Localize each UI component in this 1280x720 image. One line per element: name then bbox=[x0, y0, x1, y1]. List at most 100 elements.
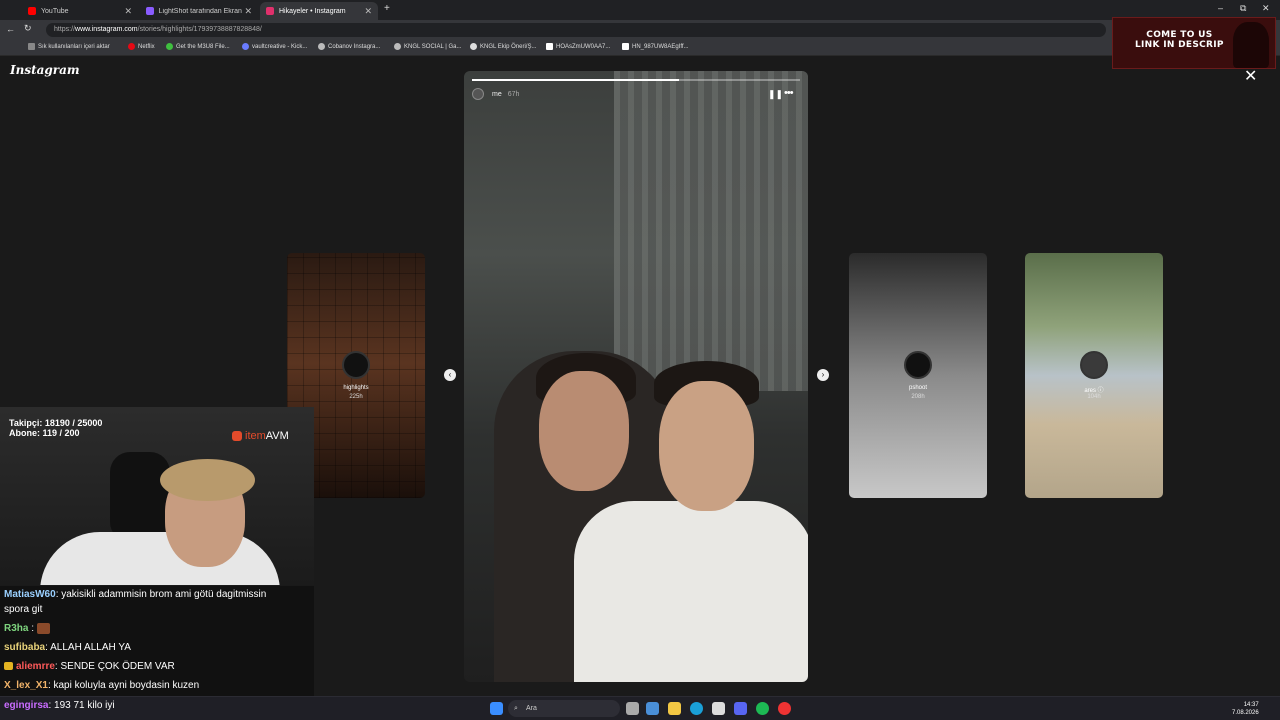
close-tab-icon[interactable]: ✕ bbox=[244, 6, 252, 17]
chat-message: sufibaba: ALLAH ALLAH YA bbox=[4, 639, 131, 656]
task-view-icon[interactable] bbox=[626, 702, 639, 715]
bookmark-x-1[interactable]: HOAsZmUW0AA7... bbox=[546, 43, 610, 50]
more-options-icon[interactable]: ••• bbox=[784, 87, 794, 99]
story-viewer[interactable]: me 67h ❚❚ ••• bbox=[464, 71, 808, 682]
bookmark-label: Sık kullanılanları içeri aktar bbox=[38, 43, 110, 50]
bookmark-label: Netflix bbox=[138, 43, 155, 50]
chat-username: R3ha bbox=[4, 623, 29, 634]
story-background-curtain bbox=[614, 71, 808, 391]
url-prefix: https:// bbox=[54, 26, 76, 33]
bookmark-label: vaultcreative - Kick... bbox=[252, 43, 308, 50]
chat-text: : 193 71 kilo iyi bbox=[48, 700, 115, 711]
tab-youtube[interactable]: YouTube ✕ bbox=[22, 2, 138, 20]
sponsor-logo: item AVM bbox=[232, 430, 289, 442]
store-icon[interactable] bbox=[712, 702, 725, 715]
spotify-icon[interactable] bbox=[756, 702, 769, 715]
x-logo-icon bbox=[622, 43, 629, 50]
kick-icon bbox=[242, 43, 249, 50]
highlight-time: 104h bbox=[1087, 394, 1101, 400]
chat-text: : bbox=[28, 623, 37, 634]
story-person-right-face bbox=[659, 381, 754, 511]
back-icon[interactable]: ← bbox=[6, 24, 15, 34]
bookmark-label: KNGL SOCIAL | Ga... bbox=[404, 43, 462, 50]
highlight-avatar bbox=[342, 351, 370, 379]
bookmark-label: HOAsZmUW0AA7... bbox=[556, 43, 611, 50]
close-window-button[interactable]: ✕ bbox=[1262, 3, 1270, 14]
streamer-hair bbox=[160, 459, 255, 501]
m3u8-icon bbox=[166, 43, 173, 50]
close-stories-button[interactable]: ✕ bbox=[1244, 66, 1257, 86]
bookmark-x-2[interactable]: HN_987UW8AEgIff... bbox=[622, 43, 689, 50]
sponsor-item-text: item bbox=[245, 430, 266, 442]
widgets-icon[interactable] bbox=[646, 702, 659, 715]
highlight-avatar bbox=[1080, 351, 1108, 379]
prev-story-button[interactable]: ‹ bbox=[444, 369, 456, 381]
globe-icon bbox=[394, 43, 401, 50]
file-explorer-icon[interactable] bbox=[668, 702, 681, 715]
close-tab-icon[interactable]: ✕ bbox=[364, 6, 372, 17]
close-tab-icon[interactable]: ✕ bbox=[124, 6, 132, 17]
pause-icon[interactable]: ❚❚ bbox=[768, 89, 783, 100]
bookmark-label: KNGL Ekip Öneri/Ş... bbox=[480, 43, 537, 50]
chat-message: egingirsa: 193 71 kilo iyi bbox=[4, 697, 115, 714]
next-highlight-card-2[interactable]: ares ⓘ 104h bbox=[1025, 253, 1163, 498]
url-field[interactable]: https://www.instagram.com/stories/highli… bbox=[46, 23, 1106, 37]
tab-lightshot[interactable]: LightShot tarafından Ekran Görün ✕ bbox=[140, 2, 258, 20]
maximize-button[interactable]: ⧉ bbox=[1240, 3, 1246, 14]
bookmark-m3u8[interactable]: Get the M3U8 File... bbox=[166, 43, 230, 50]
chat-text: : ALLAH ALLAH YA bbox=[45, 642, 131, 653]
highlight-time: 225h bbox=[349, 394, 363, 400]
chat-message: MatiasW60: yakisikli adammisin brom ami … bbox=[4, 586, 266, 603]
chrome-icon[interactable] bbox=[778, 702, 791, 715]
star-icon bbox=[470, 43, 477, 50]
reload-icon[interactable]: ↻ bbox=[24, 23, 32, 34]
tab-instagram[interactable]: Hikayeler • Instagram ✕ bbox=[260, 2, 378, 20]
chat-text: : SENDE ÇOK ÖDEM VAR bbox=[54, 661, 175, 672]
tab-label: Hikayeler • Instagram bbox=[279, 7, 346, 15]
promo-line-1: COME TO US bbox=[1146, 30, 1213, 40]
story-person-left-face bbox=[539, 371, 629, 491]
minimize-button[interactable]: – bbox=[1218, 3, 1223, 13]
story-header: me 67h bbox=[472, 88, 519, 100]
netflix-icon bbox=[128, 43, 135, 50]
story-person-right bbox=[574, 501, 808, 682]
bookmark-netflix[interactable]: Netflix bbox=[128, 43, 155, 50]
chat-message: aliemrre: SENDE ÇOK ÖDEM VAR bbox=[4, 658, 175, 675]
story-avatar[interactable] bbox=[472, 88, 484, 100]
chat-message: X_lex_X1: kapi koluyla ayni boydasin kuz… bbox=[4, 677, 199, 694]
bookmark-label: Cobanov Instagra... bbox=[328, 43, 381, 50]
highlight-label: highlights bbox=[343, 385, 369, 391]
chat-username: aliemrre bbox=[16, 661, 55, 672]
story-time: 67h bbox=[507, 90, 520, 98]
edge-icon[interactable] bbox=[690, 702, 703, 715]
bookmark-cobanov[interactable]: Cobanov Instagra... bbox=[318, 43, 380, 50]
bookmark-kngl-social[interactable]: KNGL SOCIAL | Ga... bbox=[394, 43, 461, 50]
highlight-time: 208h bbox=[911, 394, 925, 400]
new-tab-button[interactable]: + bbox=[384, 3, 390, 14]
promo-text: COME TO US LINK IN DESCRIP bbox=[1135, 30, 1224, 50]
bookmark-vaultcreative[interactable]: vaultcreative - Kick... bbox=[242, 43, 307, 50]
tab-label: LightShot tarafından Ekran Görün bbox=[158, 7, 245, 15]
story-progress-fill bbox=[472, 79, 679, 81]
chat-text: spora git bbox=[4, 604, 43, 615]
taskbar-search-label: Ara bbox=[526, 705, 537, 712]
next-highlight-card-1[interactable]: pshoot 208h bbox=[849, 253, 987, 498]
stream-goals: Takipçi: 18190 / 25000 Abone: 119 / 200 bbox=[9, 418, 102, 438]
chat-text: : yakisikli adammisin brom ami götü dagi… bbox=[55, 589, 267, 600]
discord-icon[interactable] bbox=[734, 702, 747, 715]
taskbar-search[interactable]: ⌕ Ara bbox=[508, 700, 620, 717]
x-logo-icon bbox=[546, 43, 553, 50]
system-clock[interactable]: 14:37 7.08.2026 bbox=[1232, 701, 1259, 717]
bookmark-label: Get the M3U8 File... bbox=[176, 43, 230, 50]
import-icon bbox=[28, 43, 35, 50]
lightshot-icon bbox=[146, 7, 154, 15]
bookmark-import[interactable]: Sık kullanılanları içeri aktar bbox=[28, 43, 110, 50]
windows-start-icon[interactable] bbox=[490, 702, 503, 715]
promo-line-2: LINK IN DESCRIP bbox=[1135, 40, 1224, 50]
address-bar-row: ← ↻ https://www.instagram.com/stories/hi… bbox=[0, 20, 1280, 40]
story-username[interactable]: me bbox=[492, 91, 502, 98]
instagram-logo[interactable]: Instagram bbox=[10, 63, 80, 77]
follower-goal: Takipçi: 18190 / 25000 bbox=[9, 418, 103, 428]
bookmark-kngl-ekip[interactable]: KNGL Ekip Öneri/Ş... bbox=[470, 43, 536, 50]
next-story-button[interactable]: › bbox=[817, 369, 829, 381]
